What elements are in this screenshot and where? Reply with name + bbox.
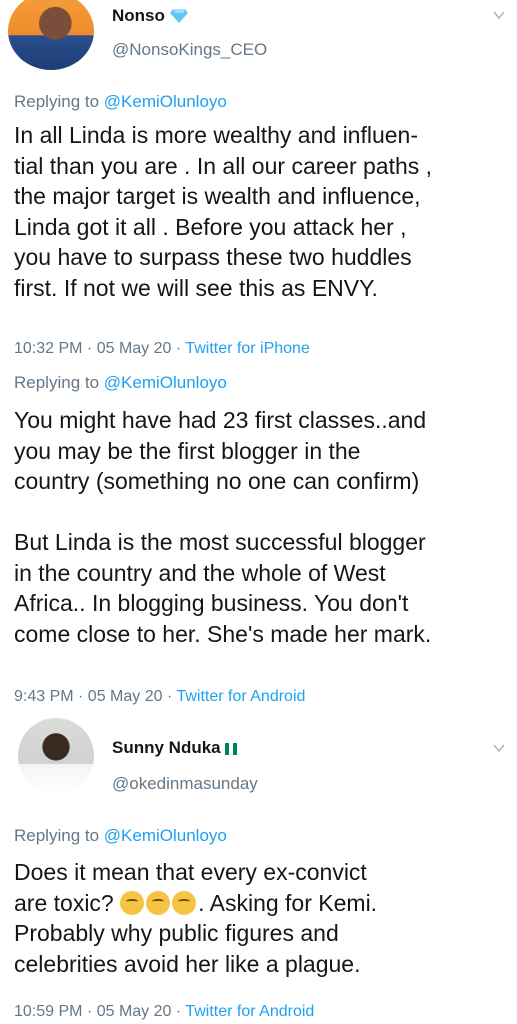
tweet-source-link[interactable]: Twitter for iPhone [185,340,310,357]
tweet-timestamp[interactable]: 10:59 PM · 05 May 20 · [14,1003,185,1020]
tweet-source-link[interactable]: Twitter for Android [185,1003,314,1020]
replying-label: Replying to [14,826,104,845]
nigeria-flag-icon [225,740,238,755]
mention-link[interactable]: @KemiOlunloyo [104,826,227,845]
tweet-meta: 10:32 PM · 05 May 20 · Twitter for iPhon… [14,340,310,358]
replying-label: Replying to [14,373,104,392]
tweet-timestamp[interactable]: 9:43 PM · 05 May 20 · [14,688,176,705]
verified-diamond-icon [169,9,188,23]
tweet-meta: 10:59 PM · 05 May 20 · Twitter for Andro… [14,1003,314,1021]
tweet-text: You might have had 23 first classes..and… [14,407,432,647]
tweet-meta: 9:43 PM · 05 May 20 · Twitter for Androi… [14,688,305,706]
chevron-down-icon[interactable] [493,742,505,754]
display-name[interactable]: Nonso [112,6,188,26]
thinking-face-emoji-icon [172,890,197,915]
thinking-face-emoji-icon [146,890,171,915]
chevron-down-icon[interactable] [493,9,505,21]
mention-link[interactable]: @KemiOlunloyo [104,92,227,111]
tweet-text: In all Linda is more wealthy and influen… [14,122,433,301]
user-handle[interactable]: @NonsoKings_CEO [112,40,267,60]
replying-to: Replying to @KemiOlunloyo [14,92,227,112]
display-name-text[interactable]: Sunny Nduka [112,738,221,757]
display-name[interactable]: Sunny Nduka [112,738,238,758]
tweet-timestamp[interactable]: 10:32 PM · 05 May 20 · [14,340,185,357]
display-name-text[interactable]: Nonso [112,6,165,25]
replying-to: Replying to @KemiOlunloyo [14,373,227,393]
replying-label: Replying to [14,92,104,111]
avatar-nonso[interactable] [8,0,94,70]
avatar-sunny[interactable] [18,718,94,794]
thinking-face-emoji-icon [120,890,145,915]
user-handle[interactable]: @okedinmasunday [112,774,258,794]
replying-to: Replying to @KemiOlunloyo [14,826,227,846]
tweet-source-link[interactable]: Twitter for Android [176,688,305,705]
mention-link[interactable]: @KemiOlunloyo [104,373,227,392]
tweet-text: Does it mean that every ex-convict are t… [14,857,509,979]
